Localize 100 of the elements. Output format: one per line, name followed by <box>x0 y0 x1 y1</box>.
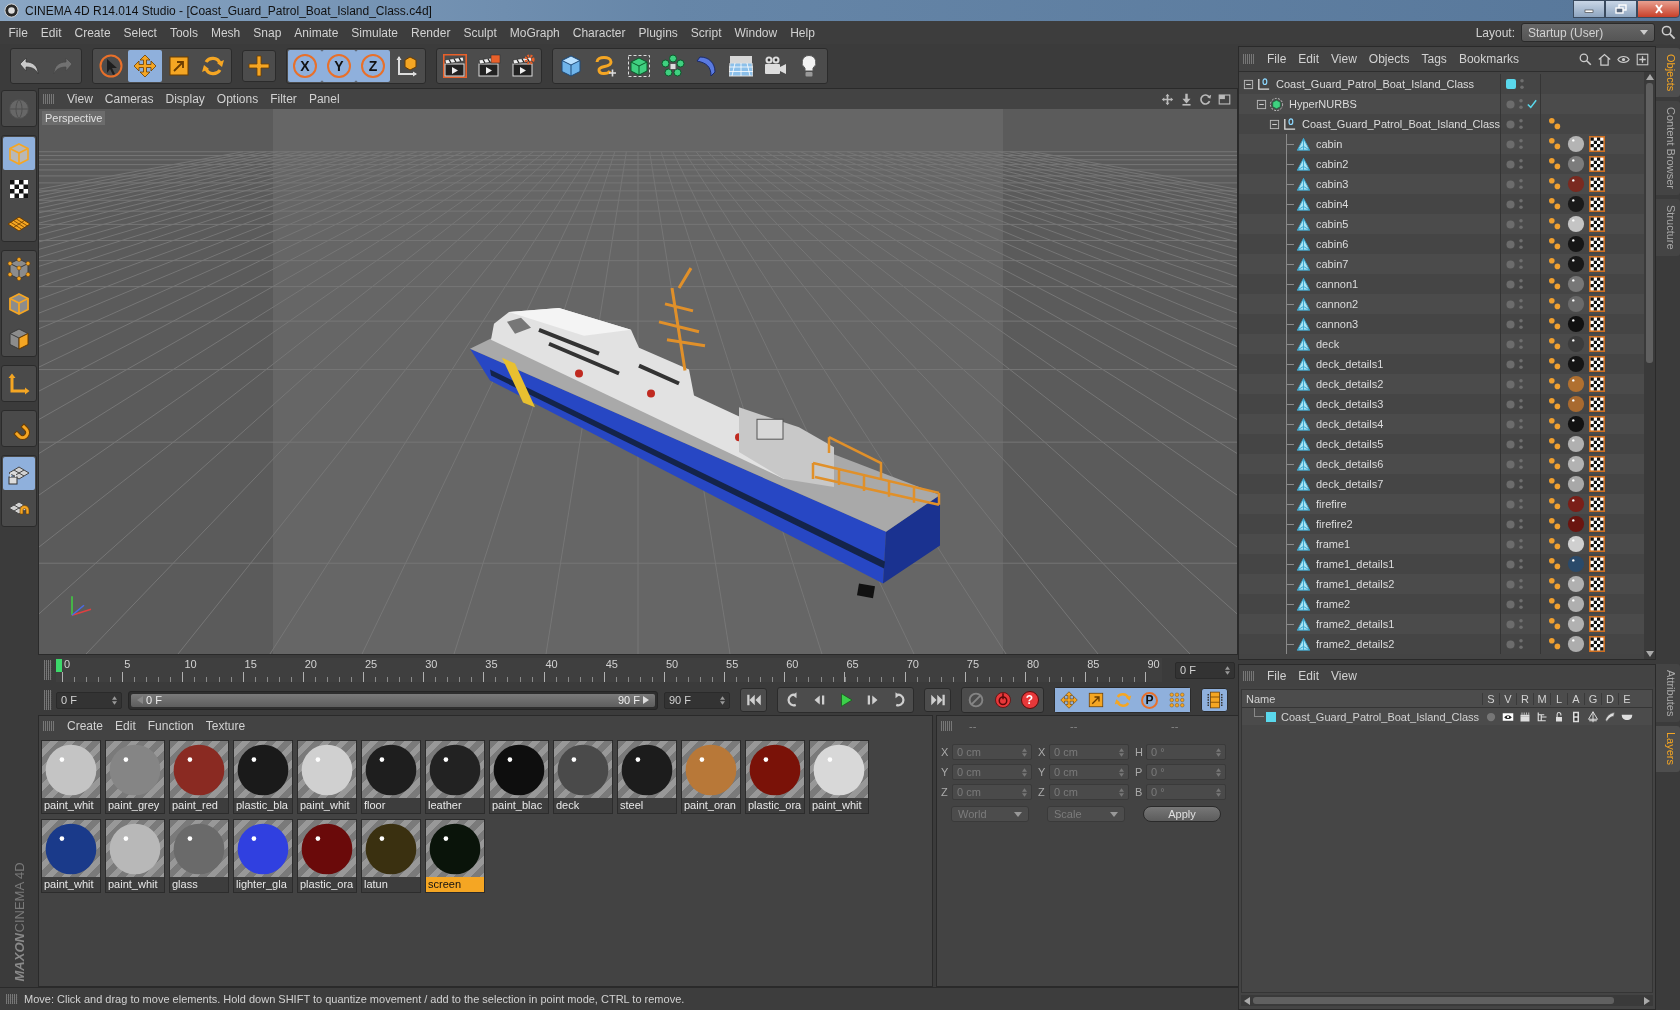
collapse-icon[interactable] <box>1269 118 1280 130</box>
dots-tag-icon[interactable] <box>1547 256 1563 272</box>
checker-tag-icon[interactable] <box>1589 416 1605 432</box>
dots-tag-icon[interactable] <box>1547 516 1563 532</box>
menu-item[interactable]: Filter <box>264 91 303 107</box>
menu-item[interactable]: Panel <box>302 91 346 107</box>
checker-tag-icon[interactable] <box>1589 156 1605 172</box>
material-swatch[interactable]: paint_grey <box>105 740 165 814</box>
visibility-dots-icon[interactable] <box>1519 98 1523 110</box>
layer-dot-icon[interactable] <box>1506 179 1515 189</box>
scroll-right-icon[interactable] <box>1644 996 1650 1005</box>
visibility-dots-icon[interactable] <box>1519 118 1523 130</box>
object-row[interactable]: cabin <box>1239 134 1644 154</box>
checker-tag-icon[interactable] <box>1589 496 1605 512</box>
layer-dot-icon[interactable] <box>1506 639 1515 649</box>
visibility-dots-icon[interactable] <box>1519 178 1523 190</box>
layer-dot-icon[interactable] <box>1506 599 1515 609</box>
checker-tag-icon[interactable] <box>1589 376 1605 392</box>
dots-tag-icon[interactable] <box>1547 616 1563 632</box>
start-frame-field[interactable]: 0 F <box>56 691 122 709</box>
visibility-dots-icon[interactable] <box>1519 598 1523 610</box>
menu-item[interactable]: Sculpt <box>456 24 504 41</box>
menu-item[interactable]: Tools <box>163 24 205 41</box>
layer-dot-icon[interactable] <box>1506 319 1515 329</box>
goto-start-button[interactable] <box>740 688 767 712</box>
material-swatch[interactable]: paint_whit <box>41 740 101 814</box>
dots-tag-icon[interactable] <box>1547 156 1563 172</box>
object-row[interactable]: firefire <box>1239 494 1644 514</box>
collapse-icon[interactable] <box>1243 78 1254 90</box>
layer-dot-icon[interactable] <box>1506 299 1515 309</box>
search-icon[interactable] <box>1661 25 1676 40</box>
column-header[interactable]: R <box>1516 692 1533 705</box>
checker-tag-icon[interactable] <box>1589 396 1605 412</box>
material-swatch[interactable]: plastic_ora <box>297 819 357 893</box>
menu-item[interactable]: Render <box>404 24 457 41</box>
key-move-button[interactable] <box>1055 688 1082 712</box>
visibility-dots-icon[interactable] <box>1520 78 1524 90</box>
dots-tag-icon[interactable] <box>1547 316 1563 332</box>
dots-tag-icon[interactable] <box>1547 596 1563 612</box>
material-swatch[interactable]: steel <box>617 740 677 814</box>
column-header[interactable]: A <box>1567 692 1584 705</box>
menu-item[interactable]: Edit <box>1292 668 1326 684</box>
menu-item[interactable]: Select <box>117 24 164 41</box>
menu-item[interactable]: Snap <box>246 24 288 41</box>
dots-tag-icon[interactable] <box>1547 416 1563 432</box>
visibility-dots-icon[interactable] <box>1519 538 1523 550</box>
menu-item[interactable]: File <box>2 24 35 41</box>
layer-dot-icon[interactable] <box>1506 579 1515 589</box>
visibility-dots-icon[interactable] <box>1519 458 1523 470</box>
menu-item[interactable]: View <box>1325 668 1363 684</box>
grip-icon[interactable] <box>43 721 55 731</box>
layer-color-icon[interactable] <box>1506 79 1516 89</box>
column-header[interactable]: Name <box>1242 692 1482 705</box>
column-header[interactable]: V <box>1499 692 1516 705</box>
grip-icon[interactable] <box>1243 54 1255 64</box>
visibility-dots-icon[interactable] <box>1519 378 1523 390</box>
material-sphere-icon[interactable] <box>1567 455 1585 473</box>
dots-tag-icon[interactable] <box>1547 336 1563 352</box>
object-row[interactable]: deck_details2 <box>1239 374 1644 394</box>
layer-dot-icon[interactable] <box>1506 239 1515 249</box>
menu-item[interactable]: Plugins <box>631 24 685 41</box>
grip-icon[interactable] <box>43 94 55 104</box>
visibility-dots-icon[interactable] <box>1519 198 1523 210</box>
layer-dot-icon[interactable] <box>1506 439 1515 449</box>
layer-dot-icon[interactable] <box>1506 499 1515 509</box>
checker-tag-icon[interactable] <box>1589 516 1605 532</box>
pyramid-icon[interactable] <box>1586 710 1599 723</box>
layer-dot-icon[interactable] <box>1506 279 1515 289</box>
menu-item[interactable]: Mesh <box>204 24 247 41</box>
visibility-dots-icon[interactable] <box>1519 518 1523 530</box>
menu-item[interactable]: MoGraph <box>503 24 567 41</box>
material-swatch[interactable]: paint_whit <box>297 740 357 814</box>
layer-color-icon[interactable] <box>1266 711 1276 722</box>
checker-tag-icon[interactable] <box>1589 536 1605 552</box>
axis-button[interactable]: X <box>288 50 322 82</box>
layer-dot-icon[interactable] <box>1506 99 1515 109</box>
hierarchy-icon[interactable] <box>1535 710 1548 723</box>
visibility-dots-icon[interactable] <box>1519 478 1523 490</box>
layer-dot-icon[interactable] <box>1506 479 1515 489</box>
column-header[interactable]: M <box>1533 692 1550 705</box>
checker-tag-icon[interactable] <box>1589 316 1605 332</box>
material-swatch[interactable]: paint_red <box>169 740 229 814</box>
visibility-dots-icon[interactable] <box>1519 338 1523 350</box>
visibility-dots-icon[interactable] <box>1519 558 1523 570</box>
dots-tag-icon[interactable] <box>1547 376 1563 392</box>
menu-item[interactable]: Script <box>684 24 728 41</box>
layer-dot-icon[interactable] <box>1506 619 1515 629</box>
down-arrow-icon[interactable] <box>1180 92 1193 106</box>
checker-tag-icon[interactable] <box>1589 576 1605 592</box>
visibility-dots-icon[interactable] <box>1519 218 1523 230</box>
layer-dot-icon[interactable] <box>1506 419 1515 429</box>
material-sphere-icon[interactable] <box>1567 635 1585 653</box>
menu-item[interactable]: Animate <box>287 24 345 41</box>
dots-tag-icon[interactable] <box>1547 436 1563 452</box>
menu-item[interactable]: Window <box>728 24 784 41</box>
column-header[interactable]: G <box>1584 692 1601 705</box>
visibility-dots-icon[interactable] <box>1519 618 1523 630</box>
menu-item[interactable]: Edit <box>109 718 142 734</box>
panel-tab[interactable]: Structure <box>1656 199 1680 256</box>
axis-button[interactable]: Z <box>356 50 390 82</box>
